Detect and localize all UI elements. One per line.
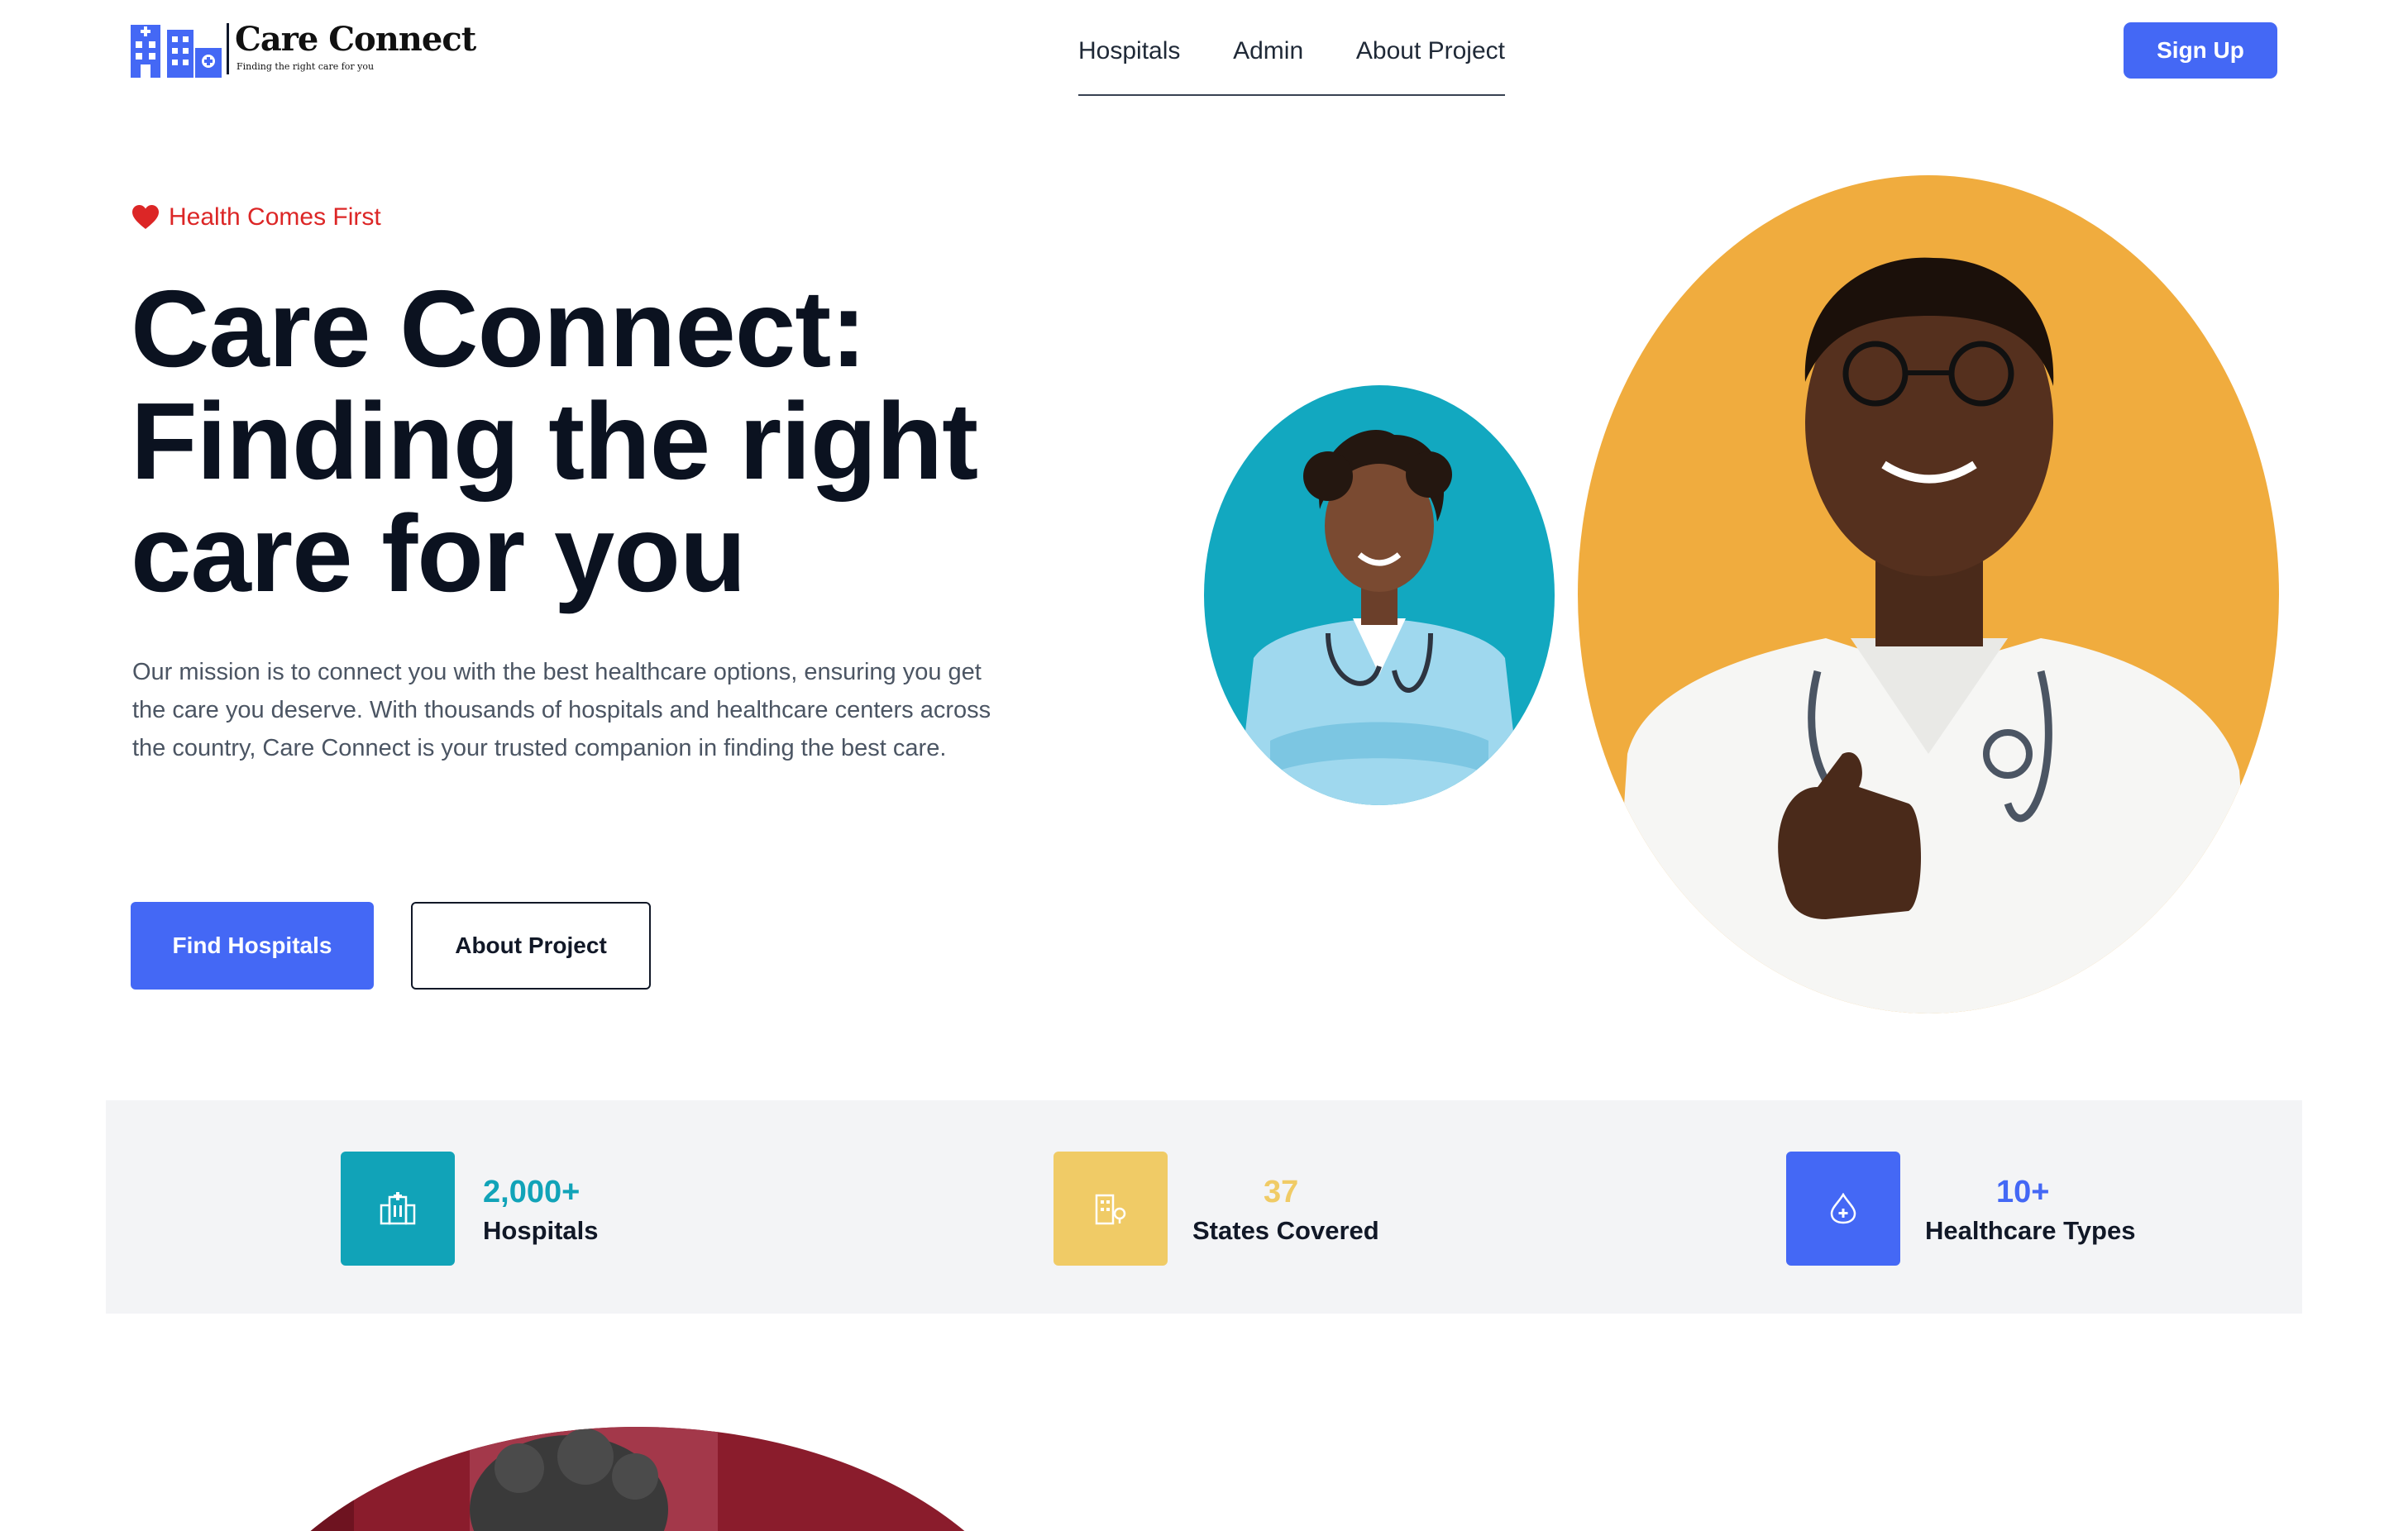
stat-label: Hospitals <box>483 1216 599 1245</box>
nav-item-about-project[interactable]: About Project <box>1356 33 1505 94</box>
hero-title-line: Care Connect: <box>131 268 867 389</box>
hero-title-line: care for you <box>131 493 747 614</box>
stat-value: 2,000+ <box>483 1175 580 1209</box>
building-location-icon <box>1054 1152 1168 1266</box>
hero-eyebrow: Health Comes First <box>132 203 381 231</box>
stat-label: Healthcare Types <box>1925 1216 2136 1245</box>
find-hospitals-button[interactable]: Find Hospitals <box>131 902 374 990</box>
hospital-logo-icon <box>131 25 222 78</box>
stat-value: 37 <box>1264 1175 1299 1209</box>
stats-bar: 2,000+ Hospitals 37 States Covered 10+ H… <box>106 1100 2302 1314</box>
hero-title: Care Connect: Finding the right care for… <box>131 273 1090 610</box>
brand-logo[interactable]: Care Connect Finding the right care for … <box>131 20 476 79</box>
heart-icon <box>132 205 159 229</box>
doctor-photo <box>1578 175 2279 1014</box>
about-project-button[interactable]: About Project <box>411 902 651 990</box>
brand-name: Care Connect <box>235 20 476 59</box>
nurse-photo <box>1204 385 1555 805</box>
hero-description: Our mission is to connect you with the b… <box>132 659 991 761</box>
brand-tagline: Finding the right care for you <box>236 61 375 72</box>
main-nav: Hospitals Admin About Project <box>1078 33 1505 96</box>
section-image-preview <box>222 1427 1054 1531</box>
sign-up-button[interactable]: Sign Up <box>2124 22 2277 79</box>
blood-drop-icon <box>1786 1152 1900 1266</box>
nav-item-admin[interactable]: Admin <box>1233 33 1303 94</box>
logo-divider <box>227 23 229 74</box>
stat-value: 10+ <box>1996 1175 2050 1209</box>
nav-item-hospitals[interactable]: Hospitals <box>1078 33 1180 94</box>
hero-title-line: Finding the right <box>131 380 978 502</box>
stat-label: States Covered <box>1192 1216 1379 1245</box>
eyebrow-text: Health Comes First <box>169 203 381 231</box>
hospital-building-icon <box>341 1152 455 1266</box>
